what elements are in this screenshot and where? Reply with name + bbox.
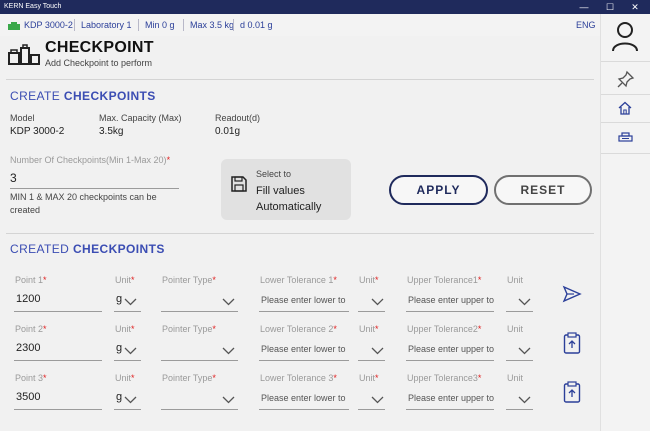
point-label: Point 1* (15, 275, 47, 285)
chevron-down-icon[interactable] (518, 395, 531, 404)
maximize-button[interactable]: ☐ (604, 1, 616, 13)
point-value-input[interactable]: 1200 (16, 293, 40, 305)
upper-tolerance-label: Upper Tolerance1* (407, 275, 482, 285)
point-value-input[interactable]: 2300 (16, 342, 40, 354)
send-icon[interactable] (562, 285, 582, 303)
page-title: CHECKPOINT (45, 39, 154, 56)
minimize-button[interactable]: — (578, 1, 590, 13)
capacity-value: 3.5kg (99, 126, 124, 137)
unit-label: Unit (507, 373, 524, 383)
unit-label: Unit (507, 324, 524, 334)
readout-d: d 0.01 g (240, 20, 273, 30)
unit-label: Unit* (359, 324, 379, 334)
device-model: KDP 3000-2 (24, 20, 73, 30)
chevron-down-icon[interactable] (518, 297, 531, 306)
checkpoints-hint: MIN 1 & MAX 20 checkpoints can be create… (10, 192, 157, 215)
created-checkpoints-title: CREATED CHECKPOINTS (10, 242, 165, 256)
unit-label: Unit* (115, 324, 135, 334)
chevron-down-icon[interactable] (124, 346, 137, 355)
chevron-down-icon[interactable] (222, 346, 235, 355)
readout-value: 0.01g (215, 126, 241, 137)
upper-tolerance-label: Upper Tolerance2* (407, 324, 482, 334)
pin-icon[interactable] (617, 70, 635, 88)
right-sidebar (600, 14, 650, 431)
paste-icon[interactable] (563, 332, 581, 354)
pointer-type-label: Pointer Type* (162, 275, 216, 285)
lab-name: Laboratory 1 (81, 20, 132, 30)
window-titlebar: KERN Easy Touch — ☐ ✕ (0, 0, 650, 14)
num-checkpoints-input[interactable]: 3 (10, 171, 17, 185)
upper-tolerance-label: Upper Tolerance3* (407, 373, 482, 383)
pointer-type-label: Pointer Type* (162, 373, 216, 383)
unit-label: Unit* (359, 275, 379, 285)
save-disk-icon (231, 176, 247, 192)
chevron-down-icon[interactable] (124, 297, 137, 306)
lower-tolerance-label: Lower Tolerance 2* (260, 324, 337, 334)
model-label: Model (10, 113, 35, 123)
max-weight: Max 3.5 kg (190, 20, 235, 30)
window-title: KERN Easy Touch (4, 3, 62, 10)
home-icon[interactable] (618, 101, 632, 115)
device-info-bar: KDP 3000-2 Laboratory 1 Min 0 g Max 3.5 … (0, 14, 600, 36)
close-button[interactable]: ✕ (629, 1, 641, 13)
lower-tolerance-input[interactable]: Please enter lower to (261, 344, 349, 354)
chevron-down-icon[interactable] (371, 297, 384, 306)
apply-button[interactable]: APPLY (389, 175, 488, 205)
chevron-down-icon[interactable] (518, 346, 531, 355)
weight-scale-icon[interactable] (618, 132, 633, 142)
reset-button[interactable]: RESET (494, 175, 592, 205)
scale-status-icon (8, 22, 20, 30)
upper-tolerance-input[interactable]: Please enter upper to (408, 295, 494, 305)
point-value-input[interactable]: 3500 (16, 391, 40, 403)
fill-values-automatically-button[interactable]: Select to Fill values Automatically (221, 159, 351, 220)
chevron-down-icon[interactable] (124, 395, 137, 404)
unit-select[interactable]: g (116, 293, 122, 305)
lower-tolerance-input[interactable]: Please enter lower to (261, 295, 349, 305)
upper-tolerance-input[interactable]: Please enter upper to (408, 393, 494, 403)
min-weight: Min 0 g (145, 20, 175, 30)
lower-tolerance-label: Lower Tolerance 3* (260, 373, 337, 383)
lower-tolerance-input[interactable]: Please enter lower to (261, 393, 349, 403)
page-subtitle: Add Checkpoint to perform (45, 58, 153, 68)
language-selector[interactable]: ENG (576, 20, 596, 30)
chevron-down-icon[interactable] (222, 395, 235, 404)
fill-select-label: Select to (256, 169, 292, 179)
pointer-type-label: Pointer Type* (162, 324, 216, 334)
capacity-label: Max. Capacity (Max) (99, 113, 182, 123)
unit-label: Unit* (359, 373, 379, 383)
upper-tolerance-input[interactable]: Please enter upper to (408, 344, 494, 354)
fill-values-label: Fill values Automatically (256, 185, 322, 213)
chevron-down-icon[interactable] (222, 297, 235, 306)
unit-label: Unit* (115, 275, 135, 285)
unit-select[interactable]: g (116, 391, 122, 403)
point-label: Point 2* (15, 324, 47, 334)
chevron-down-icon[interactable] (371, 346, 384, 355)
unit-label: Unit (507, 275, 524, 285)
paste-icon[interactable] (563, 381, 581, 403)
unit-label: Unit* (115, 373, 135, 383)
user-avatar-icon[interactable] (611, 20, 639, 52)
create-checkpoints-title: CREATE CHECKPOINTS (10, 89, 156, 103)
readout-label: Readout(d) (215, 113, 261, 123)
model-value: KDP 3000-2 (10, 126, 65, 137)
unit-select[interactable]: g (116, 342, 122, 354)
chevron-down-icon[interactable] (371, 395, 384, 404)
point-label: Point 3* (15, 373, 47, 383)
checkpoint-weights-icon (8, 44, 40, 65)
num-checkpoints-label: Number Of Checkpoints(Min 1-Max 20)* (10, 155, 171, 165)
lower-tolerance-label: Lower Tolerance 1* (260, 275, 337, 285)
